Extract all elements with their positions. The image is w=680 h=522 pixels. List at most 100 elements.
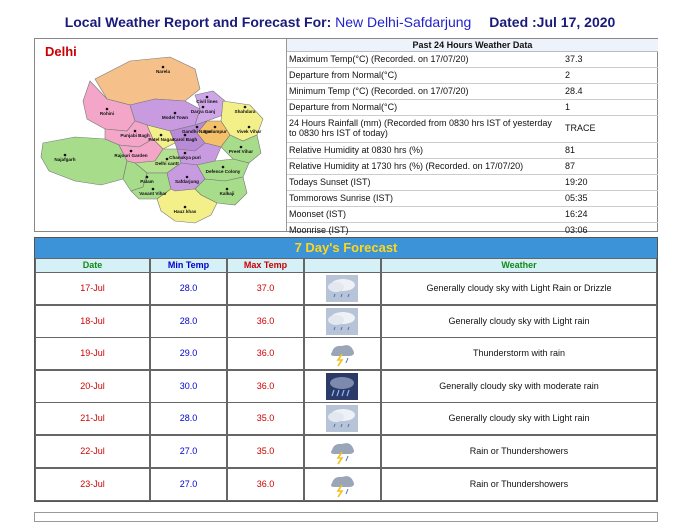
thunderstorm-icon [326, 340, 358, 368]
map-label-dot [247, 125, 251, 129]
forecast-max-temp: 36.0 [228, 370, 303, 402]
map-label-dot [195, 125, 199, 129]
map-label-dot [145, 175, 149, 179]
map-label: Darya Ganj [191, 109, 215, 114]
seven-day-forecast: 7 Day's Forecast Date Min Temp Max Temp … [34, 237, 658, 502]
map-label: Narela [156, 69, 170, 74]
map-label-dot [129, 149, 133, 153]
forecast-icon-cell [305, 468, 380, 500]
forecast-icon-cell [305, 338, 380, 370]
stats-label: Moonset (IST) [289, 209, 347, 219]
map-label: Rohini [100, 111, 114, 116]
map-label: Vivek Vihar [237, 129, 262, 134]
map-label-dot [243, 105, 247, 109]
stats-label: 24 Hours Rainfall (mm) (Recorded from 08… [289, 118, 552, 138]
forecast-row: 18-Jul 28.0 36.0 Generally cloudy sky with … [35, 305, 657, 338]
map-label-dot [173, 111, 177, 115]
map-label: Patel Nagar [148, 137, 173, 142]
map-label: Najafgarh [54, 157, 75, 162]
stats-row: Minimum Temp (°C) (Recorded. on 17/07/20… [287, 84, 658, 100]
stats-row: Relative Humidity at 1730 hrs (%) (Recor… [287, 159, 658, 175]
map-label: Civil lines [196, 99, 218, 104]
map-label: Vasant Vihar [139, 191, 167, 196]
forecast-min-temp: 28.0 [151, 403, 226, 435]
stats-label: Relative Humidity at 1730 hrs (%) (Recor… [289, 161, 524, 171]
forecast-date: 21-Jul [36, 403, 149, 435]
map-label: Safdarjung [175, 179, 199, 184]
map-label-dot [183, 205, 187, 209]
map-label: Palam [140, 179, 154, 184]
stats-rows: Maximum Temp(°C) (Recorded. on 17/07/20)… [287, 52, 658, 239]
stats-value: TRACE [565, 123, 596, 133]
forecast-min-temp: 30.0 [151, 370, 226, 402]
map-label-dot [105, 107, 109, 111]
forecast-max-temp: 36.0 [228, 338, 303, 370]
forecast-date: 17-Jul [36, 273, 149, 304]
stats-value: 81 [565, 145, 576, 155]
map-label: Defence Colony [206, 169, 241, 174]
past-24-hours-table: Past 24 Hours Weather Data Maximum Temp(… [286, 39, 658, 239]
map-label-dot [159, 133, 163, 137]
forecast-date: 23-Jul [36, 468, 149, 500]
forecast-min-temp: 27.0 [151, 468, 226, 500]
thunderstorm-icon [326, 438, 358, 465]
stats-label: Tommorows Sunrise (IST) [289, 193, 394, 203]
forecast-row: 20-Jul 30.0 36.0 Generally cloudy sky with … [35, 370, 657, 403]
map-label-dot [239, 145, 243, 149]
forecast-row: 23-Jul 27.0 36.0 Rain or Thundershowers [35, 468, 657, 501]
moderate-rain-icon [326, 372, 358, 400]
column-date: Date [36, 259, 149, 272]
stats-value: 1 [565, 102, 571, 112]
forecast-icon-cell [305, 273, 380, 304]
forecast-date: 22-Jul [36, 436, 149, 467]
report-date: Dated :Jul 17, 2020 [489, 14, 616, 30]
stats-row: Relative Humidity at 0830 hrs (%) 81 [287, 143, 658, 159]
map-label-dot [225, 187, 229, 191]
forecast-date: 18-Jul [36, 305, 149, 337]
map-label: Preet Vihar [229, 149, 253, 154]
map-label-dot [161, 65, 165, 69]
current-weather-panel: Delhi Narela Rohini Model Town Shahdara Civi… [34, 38, 658, 239]
stats-value: 16:24 [565, 209, 588, 219]
stats-value: 05:35 [565, 193, 588, 203]
column-icon [305, 259, 380, 272]
station-link[interactable]: New Delhi-Safdarjung [335, 14, 471, 30]
forecast-max-temp: 35.0 [228, 436, 303, 467]
cloudy-light-rain-icon [326, 405, 358, 433]
column-weather: Weather [382, 259, 656, 272]
forecast-weather: Generally cloudy sky with moderate rain [382, 370, 656, 402]
stats-row: Departure from Normal(°C) 2 [287, 68, 658, 84]
stats-row: Todays Sunset (IST) 19:20 [287, 175, 658, 191]
map-label-dot [213, 125, 217, 129]
map-label: Gandhi Nagar [182, 129, 212, 134]
stats-row: Tommorows Sunrise (IST) 05:35 [287, 191, 658, 207]
stats-label: Todays Sunset (IST) [289, 177, 371, 187]
map-label-dot [185, 175, 189, 179]
map-label: Rajouri Garden [114, 153, 147, 158]
forecast-icon-cell [305, 436, 380, 467]
forecast-min-temp: 28.0 [151, 273, 226, 304]
title-prefix: Local Weather Report and Forecast For: [64, 14, 332, 30]
forecast-date: 20-Jul [36, 370, 149, 402]
stats-label: Departure from Normal(°C) [289, 70, 398, 80]
cloudy-light-rain-icon [326, 275, 358, 302]
map-label-dot [205, 95, 209, 99]
stats-label: Departure from Normal(°C) [289, 102, 398, 112]
map-label-dot [183, 151, 187, 155]
stats-value: 37.3 [565, 54, 583, 64]
map-label-dot [165, 157, 169, 161]
map-label-dot [201, 105, 205, 109]
forecast-weather: Rain or Thundershowers [382, 468, 656, 500]
map-label-dot [133, 129, 137, 133]
forecast-title: 7 Day's Forecast [35, 238, 657, 258]
stats-label: Minimum Temp (°C) (Recorded. on 17/07/20… [289, 86, 469, 96]
stats-row: Departure from Normal(°C) 1 [287, 100, 658, 116]
forecast-min-temp: 27.0 [151, 436, 226, 467]
forecast-icon-cell [305, 403, 380, 435]
map-label-dot [221, 165, 225, 169]
forecast-weather: Generally cloudy sky with Light rain [382, 403, 656, 435]
map-labels: Narela Rohini Model Town Shahdara Civil line… [54, 65, 262, 214]
stats-label: Maximum Temp(°C) (Recorded. on 17/07/20) [289, 54, 469, 64]
forecast-max-temp: 36.0 [228, 468, 303, 500]
forecast-row: 21-Jul 28.0 35.0 Generally cloudy sky with … [35, 403, 657, 435]
